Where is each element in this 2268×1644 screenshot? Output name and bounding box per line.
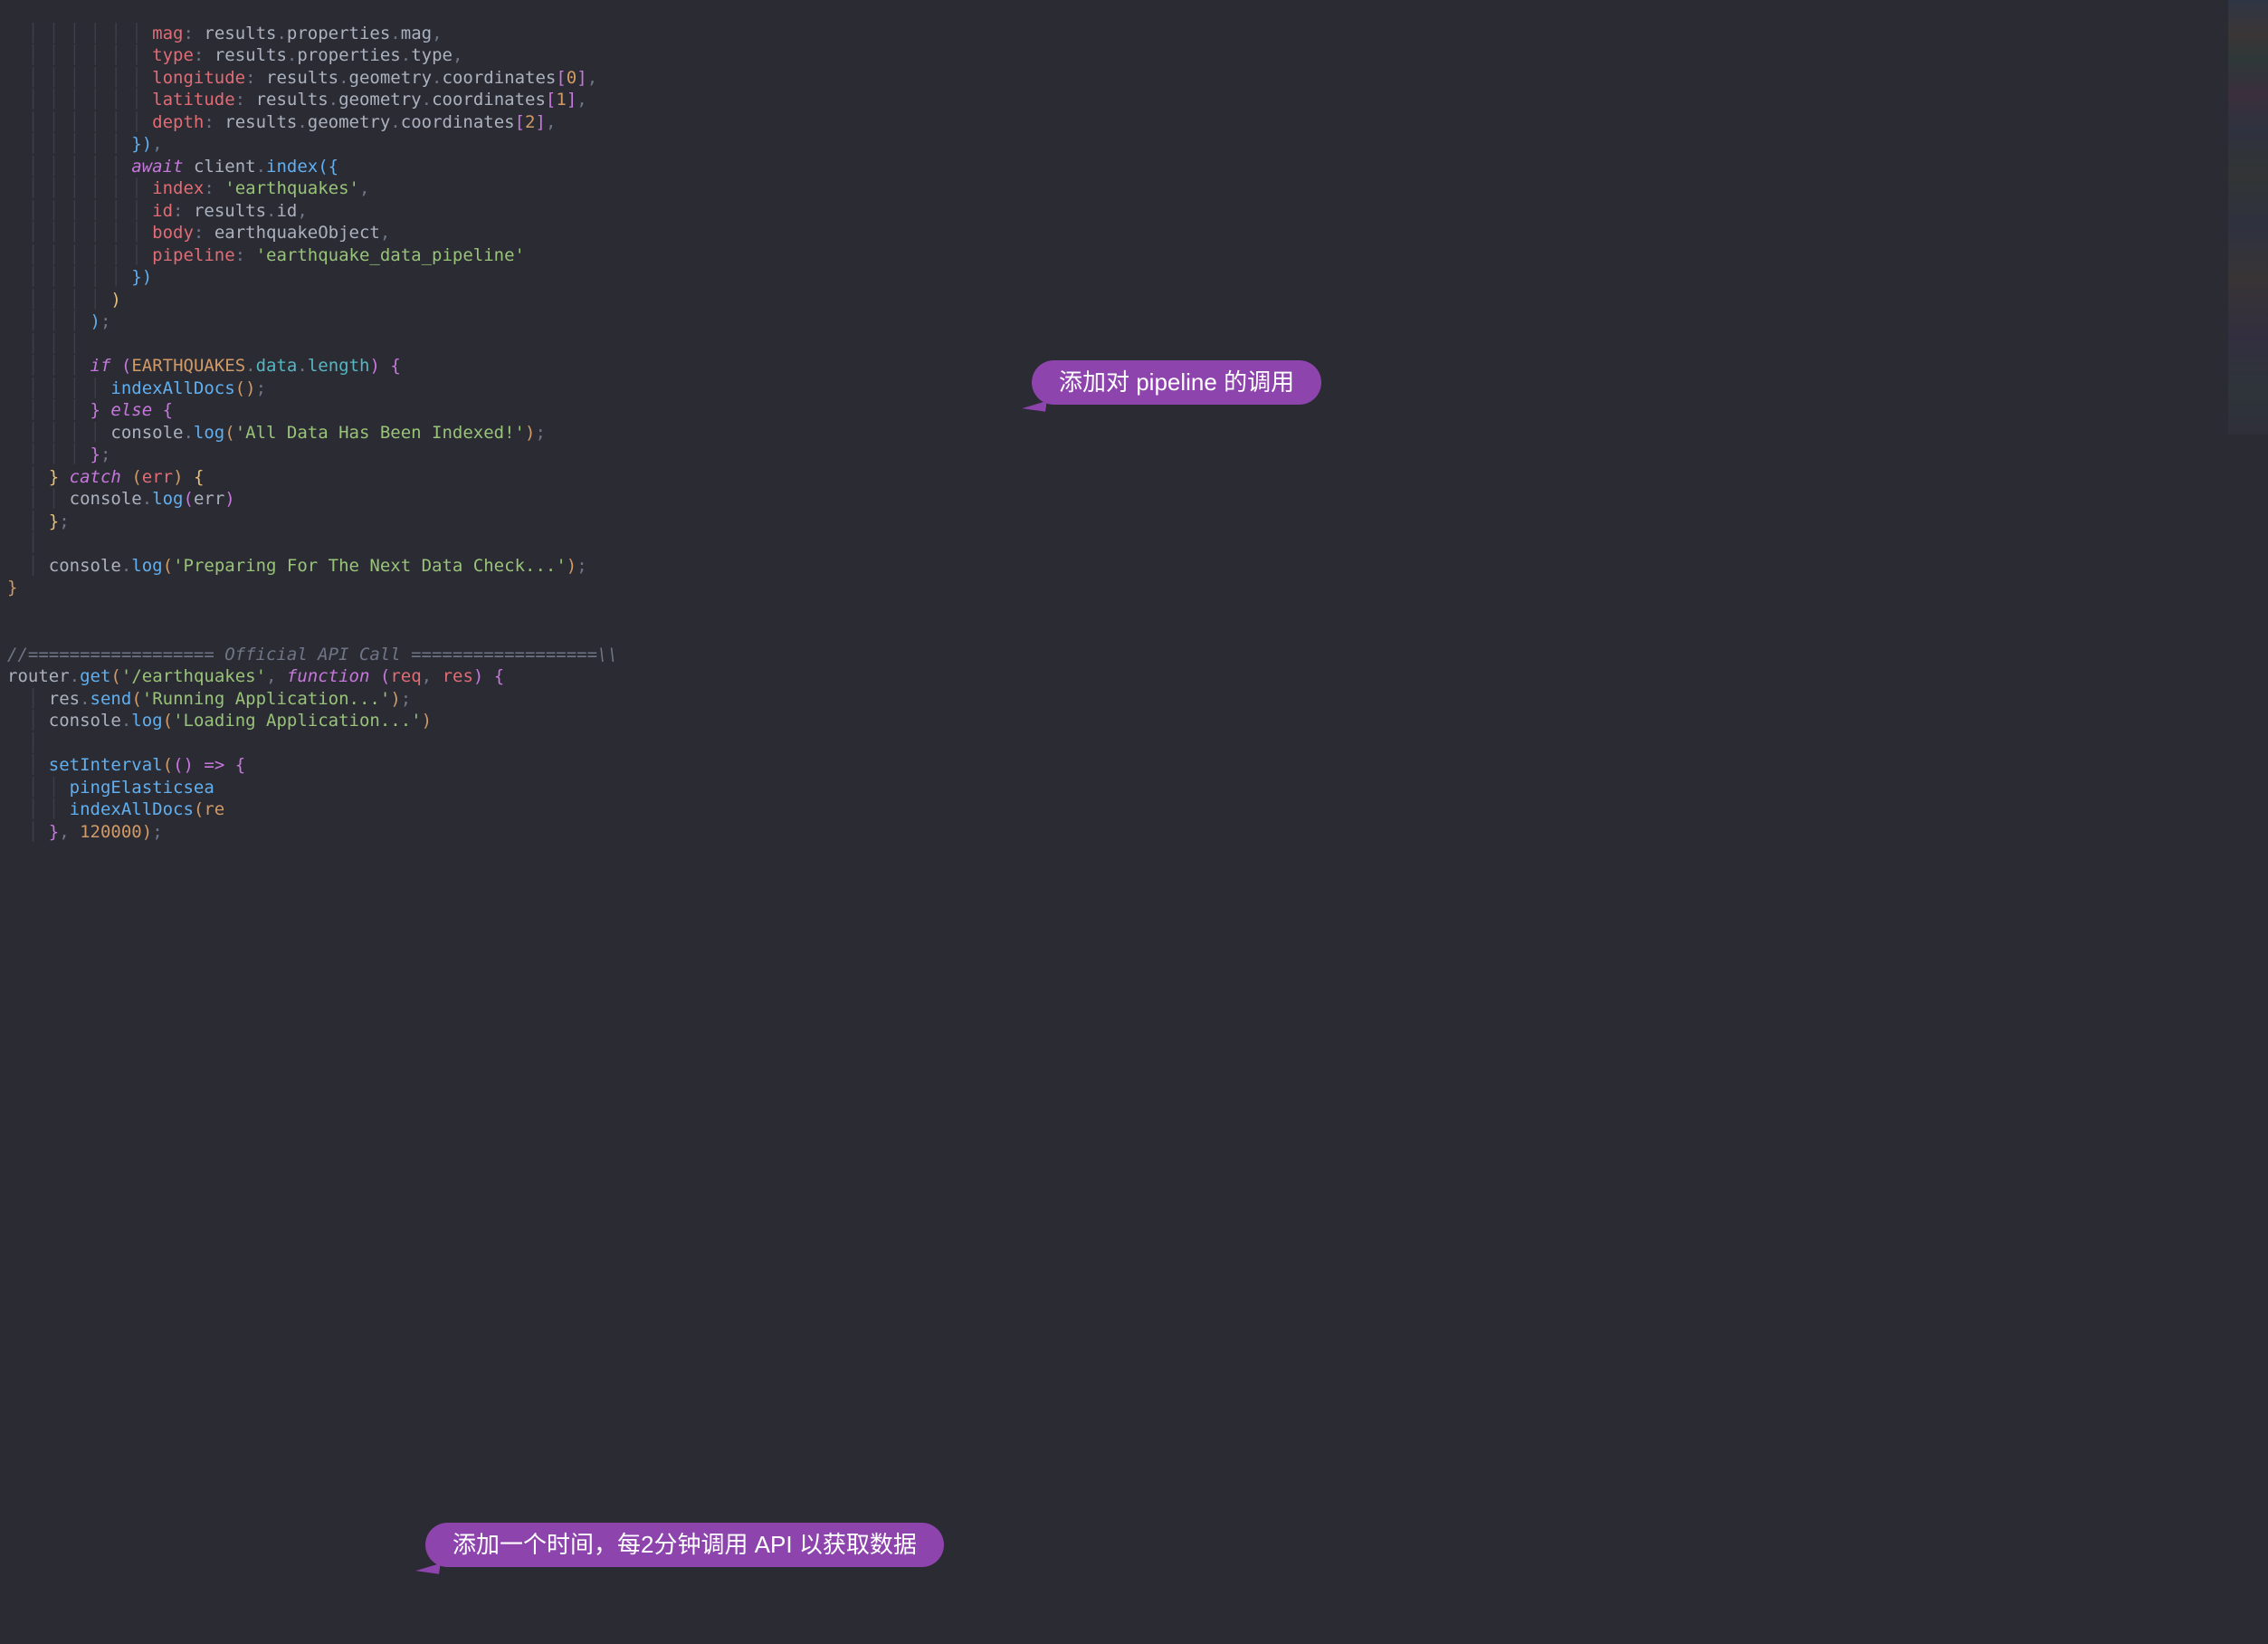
prop-mag: mag xyxy=(152,24,183,43)
annotation-interval: 添加一个时间，每2分钟调用 API 以获取数据 xyxy=(425,1523,944,1567)
code-editor[interactable]: │ │ │ │ │ │ mag: results.properties.mag,… xyxy=(0,0,2268,843)
section-comment: //================== Official API Call =… xyxy=(7,645,618,664)
indexalldocs-call: indexAllDocs xyxy=(110,378,234,398)
else-keyword: else xyxy=(110,400,152,420)
prop-depth: depth xyxy=(152,112,204,132)
annotation-pipeline: 添加对 pipeline 的调用 xyxy=(1032,360,1321,405)
annotation-pipeline-text: 添加对 pipeline 的调用 xyxy=(1059,368,1294,396)
annotation-interval-text: 添加一个时间，每2分钟调用 API 以获取数据 xyxy=(453,1531,917,1558)
prop-latitude: latitude xyxy=(152,90,235,110)
function-keyword: function xyxy=(287,666,370,686)
prop-type: type xyxy=(152,45,194,65)
catch-keyword: catch xyxy=(70,467,121,487)
await-keyword: await xyxy=(131,157,183,177)
prop-longitude: longitude xyxy=(152,68,245,88)
if-keyword: if xyxy=(91,356,111,376)
setinterval-call: setInterval xyxy=(49,755,163,775)
minimap[interactable] xyxy=(2228,0,2268,435)
